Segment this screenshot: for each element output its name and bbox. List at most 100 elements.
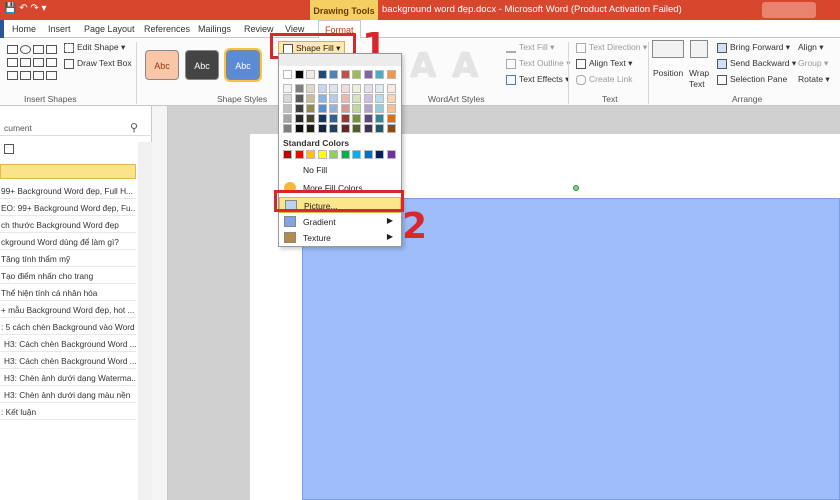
color-swatch[interactable] [306,84,315,93]
align-button[interactable]: Align ▾ [798,42,824,53]
color-swatch[interactable] [294,124,304,133]
color-swatch[interactable] [363,70,373,79]
nav-search-input[interactable]: cument ⚲ [0,120,152,136]
color-swatch[interactable] [283,114,292,123]
color-swatch[interactable] [294,114,304,123]
color-swatch[interactable] [352,114,361,123]
nav-item[interactable]: H3: Chèn ảnh dưới dạng Waterma... [0,371,136,386]
nav-item[interactable]: : 5 cách chèn Background vào Word [0,320,136,335]
standard-color-swatch[interactable] [306,150,315,159]
color-swatch[interactable] [306,124,315,133]
nav-item[interactable]: H3: Cách chèn Background Word ... [0,354,136,369]
color-swatch[interactable] [386,124,396,133]
color-swatch[interactable] [329,124,338,133]
standard-color-swatch[interactable] [329,150,338,159]
color-swatch[interactable] [375,94,384,103]
wordart-style-1[interactable]: A [410,46,444,86]
text-outline-button[interactable]: Text Outline ▾ [506,58,571,69]
color-swatch[interactable] [375,104,384,113]
color-swatch[interactable] [283,104,292,113]
wrap-text-button[interactable]: Wrap [689,68,709,78]
color-swatch[interactable] [283,84,292,93]
color-swatch[interactable] [363,84,373,93]
color-swatch[interactable] [352,94,361,103]
color-swatch[interactable] [317,84,327,93]
nav-item[interactable]: + mẫu Background Word đẹp, hot ... [0,303,136,318]
nav-item[interactable]: H3: Cách chèn Background Word ... [0,337,136,352]
color-swatch[interactable] [283,94,292,103]
tab-home[interactable]: Home [12,24,36,34]
nav-item[interactable]: Thể hiện tính cá nhân hóa [0,286,136,301]
standard-color-swatch[interactable] [375,150,384,159]
no-fill-option[interactable]: No Fill [279,162,401,178]
color-swatch[interactable] [386,104,396,113]
rotate-button[interactable]: Rotate ▾ [798,74,830,85]
standard-color-swatch[interactable] [317,150,327,159]
nav-item[interactable]: Tạo điểm nhấn cho trang [0,269,136,284]
color-swatch[interactable] [340,84,350,93]
tab-file[interactable] [0,20,4,38]
tab-page-layout[interactable]: Page Layout [84,24,135,34]
wordart-style-2[interactable]: A [452,46,486,86]
color-swatch[interactable] [340,114,350,123]
standard-color-swatch[interactable] [340,150,350,159]
color-swatch[interactable] [294,84,304,93]
color-swatch[interactable] [386,70,396,79]
color-swatch[interactable] [386,84,396,93]
color-swatch[interactable] [352,124,361,133]
nav-item[interactable]: ckground Word dùng để làm gì? [0,235,136,250]
color-swatch[interactable] [294,104,304,113]
rotate-handle[interactable] [573,185,579,191]
color-swatch[interactable] [329,114,338,123]
standard-color-swatch[interactable] [283,150,292,159]
search-icon[interactable]: ⚲ [130,121,138,134]
color-swatch[interactable] [283,70,292,79]
color-swatch[interactable] [317,124,327,133]
color-swatch[interactable] [340,104,350,113]
color-swatch[interactable] [340,124,350,133]
quick-access-toolbar[interactable]: 💾 ↶ ↷ ▾ [4,3,47,14]
edit-shape-button[interactable]: Edit Shape ▾ [64,42,125,53]
shape-style-orange[interactable]: Abc [145,50,179,80]
draw-text-box-button[interactable]: Draw Text Box [64,58,132,69]
tab-mailings[interactable]: Mailings [198,24,231,34]
color-swatch[interactable] [386,114,396,123]
color-swatch[interactable] [306,94,315,103]
color-swatch[interactable] [294,94,304,103]
standard-color-swatch[interactable] [386,150,396,159]
nav-item[interactable]: EO: 99+ Background Word đẹp, Fu... [0,201,136,216]
color-swatch[interactable] [329,70,338,79]
standard-color-swatch[interactable] [352,150,361,159]
standard-color-swatch[interactable] [363,150,373,159]
color-swatch[interactable] [317,104,327,113]
shape-style-blue[interactable]: Abc [224,48,262,82]
color-swatch[interactable] [306,114,315,123]
color-swatch[interactable] [306,70,315,79]
align-text-button[interactable]: Align Text ▾ [576,58,632,69]
position-button[interactable]: Position [653,68,683,78]
color-swatch[interactable] [352,70,361,79]
selection-pane-button[interactable]: Selection Pane [717,74,787,85]
shape-style-dark[interactable]: Abc [185,50,219,80]
nav-item[interactable]: H3: Chèn ảnh dưới dạng màu nền [0,388,136,403]
shape-gallery[interactable] [6,44,58,86]
texture-option[interactable]: Texture ▶ [279,230,401,246]
color-swatch[interactable] [317,70,327,79]
create-link-button[interactable]: Create Link [576,74,632,85]
color-swatch[interactable] [363,94,373,103]
nav-item[interactable]: ch thước Background Word đẹp [0,218,136,233]
color-swatch[interactable] [317,94,327,103]
color-swatch[interactable] [363,114,373,123]
color-swatch[interactable] [329,94,338,103]
color-swatch[interactable] [375,114,384,123]
gradient-option[interactable]: Gradient ▶ [279,214,401,230]
color-swatch[interactable] [340,94,350,103]
text-effects-button[interactable]: Text Effects ▾ [506,74,569,85]
color-swatch[interactable] [363,124,373,133]
standard-color-swatch[interactable] [294,150,304,159]
nav-item[interactable]: Tăng tính thẩm mỹ [0,252,136,267]
color-swatch[interactable] [283,124,292,133]
color-swatch[interactable] [317,114,327,123]
color-swatch[interactable] [352,104,361,113]
tab-references[interactable]: References [144,24,190,34]
